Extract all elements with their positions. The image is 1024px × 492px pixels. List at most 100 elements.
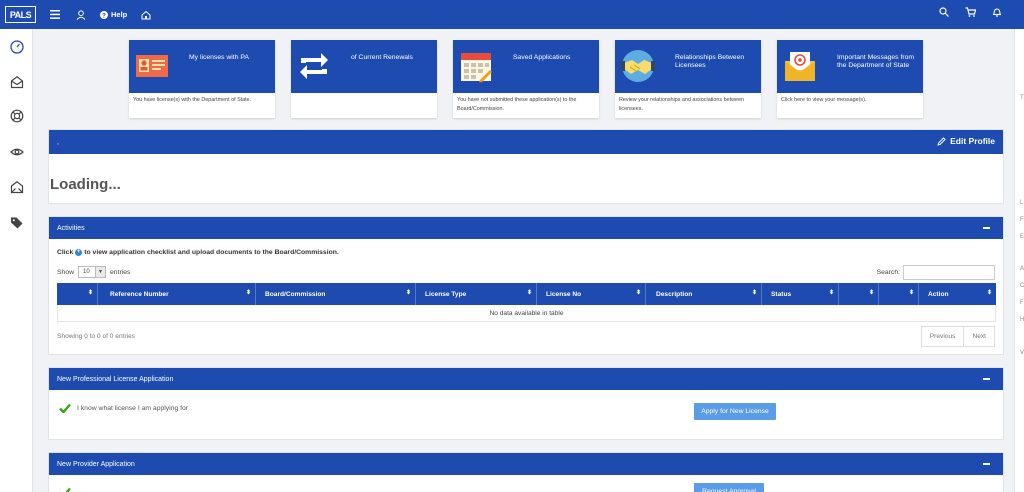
help-label: Help (111, 10, 128, 19)
column-header[interactable]: Status ⬍ (762, 283, 839, 305)
tile-description: Review your relationships and associatio… (619, 97, 744, 112)
column-header[interactable]: Board/Commission ⬍ (256, 283, 416, 305)
tile-description: Click here to view your message(s). (781, 97, 867, 103)
column-header[interactable]: ⬍ (879, 283, 919, 305)
profile-name: , (57, 138, 59, 146)
tile-title: My licenses with PA (189, 54, 249, 61)
edit-profile-button[interactable]: Edit Profile (937, 136, 995, 146)
request-approval-button[interactable]: Request Approval (694, 483, 764, 492)
sort-icon: ⬍ (908, 290, 914, 296)
plus-circle-icon: + (75, 249, 83, 256)
tags-icon[interactable] (9, 215, 24, 230)
column-header[interactable]: ⬍ (839, 283, 879, 305)
tile-title: Relationships Between Licensees (675, 54, 745, 69)
tile-relationships[interactable]: Relationships Between Licensees Review y… (615, 40, 761, 118)
sort-icon: ⬍ (751, 290, 757, 296)
sort-icon: ⬍ (635, 290, 641, 296)
instruction-text: Click (57, 249, 74, 256)
right-pane-letter: C (1020, 283, 1024, 289)
tile-description: You have not submitted these application… (457, 97, 577, 112)
dashboard-icon[interactable] (9, 39, 24, 54)
new-provider-header[interactable]: New Provider Application (49, 453, 1003, 475)
new-provider-panel: New Provider Application Request Approva… (48, 452, 1004, 492)
support-icon[interactable] (9, 108, 24, 123)
sort-icon: ⬍ (405, 290, 411, 296)
new-license-header[interactable]: New Professional License Application (49, 368, 1003, 390)
menu-icon[interactable] (48, 8, 62, 22)
right-pane-letter: F (1020, 300, 1024, 306)
sort-icon: ⬍ (986, 290, 992, 296)
help-link[interactable]: ? Help (100, 10, 127, 19)
renew-arrows-icon (300, 53, 328, 79)
right-pane-letter: T (1020, 95, 1024, 101)
new-license-panel: New Professional License Application I k… (48, 367, 1004, 440)
entries-select[interactable]: 10 ▼ (78, 266, 107, 278)
pencil-icon (937, 136, 946, 146)
checkmark-icon (60, 487, 71, 492)
collapse-icon[interactable] (983, 227, 990, 229)
column-header[interactable]: Reference Number ⬍ (98, 283, 256, 305)
tile-description: You have license(s) with the Department … (133, 97, 252, 103)
tile-description (291, 93, 437, 99)
previous-button[interactable]: Previous (922, 327, 964, 346)
new-provider-title: New Provider Application (57, 460, 135, 468)
collapse-icon[interactable] (983, 463, 990, 465)
next-button[interactable]: Next (963, 327, 994, 346)
column-header[interactable]: License Type ⬍ (416, 283, 537, 305)
search-label: Search: (876, 269, 900, 276)
cart-icon[interactable] (965, 7, 977, 19)
activities-instruction: Click + to view application checklist an… (57, 249, 339, 256)
sort-icon: ⬍ (828, 290, 834, 296)
column-header[interactable]: ⬍ (57, 283, 98, 305)
table-header: ⬍ Reference Number ⬍ Board/Commission ⬍ Li… (57, 283, 996, 305)
table-info: Showing 0 to 0 of 0 entries (57, 333, 136, 340)
tile-saved-applications[interactable]: Saved Applications You have not submitte… (453, 40, 599, 118)
tile-important-messages[interactable]: Important Messages from the Department o… (777, 40, 923, 118)
apply-new-license-button[interactable]: Apply for New License (694, 403, 776, 420)
activities-panel: Activities Click + to view application c… (48, 216, 1004, 355)
license-card-icon (136, 55, 168, 77)
profile-panel: , Edit Profile Loading... (48, 129, 1004, 204)
user-icon[interactable] (74, 8, 88, 22)
svg-text:?: ? (102, 13, 106, 19)
sort-icon: ⬍ (87, 290, 93, 296)
home-icon[interactable] (139, 8, 153, 22)
show-label: Show (57, 268, 75, 276)
check-text: I know what license I am applying for (77, 404, 189, 412)
right-pane-letter: V (1020, 350, 1024, 356)
new-license-title: New Professional License Application (57, 375, 174, 383)
activities-title: Activities (57, 224, 85, 232)
profile-header: , Edit Profile (49, 130, 1003, 154)
calendar-icon (461, 53, 492, 83)
collapse-icon[interactable] (983, 378, 990, 380)
pals-logo[interactable]: PALS (5, 6, 36, 23)
column-header[interactable]: License No ⬍ (537, 283, 646, 305)
instruction-text: to view application checklist and upload… (84, 249, 339, 256)
search-input[interactable] (903, 265, 995, 280)
top-navbar: PALS ? Help (0, 0, 1024, 29)
tile-current-renewals[interactable]: of Current Renewals (291, 40, 437, 118)
column-header[interactable]: Action ⬍ (919, 283, 996, 305)
right-pane-letter: F (1020, 217, 1024, 223)
mail-icon[interactable] (9, 74, 24, 89)
right-pane-letter: E (1020, 234, 1024, 240)
right-pane-letter: H (1020, 317, 1024, 323)
help-icon: ? (100, 10, 108, 19)
sort-icon: ⬍ (245, 290, 251, 296)
search-icon[interactable] (939, 7, 949, 19)
chevron-down-icon: ▼ (95, 267, 106, 277)
tile-my-licenses[interactable]: My licenses with PA You have license(s) … (129, 40, 275, 118)
license-known-check: I know what license I am applying for (59, 403, 188, 413)
eye-icon[interactable] (9, 144, 24, 159)
envelope-open-icon[interactable] (9, 179, 24, 194)
column-header[interactable]: Description ⬍ (646, 283, 762, 305)
activities-header[interactable]: Activities (49, 217, 1003, 239)
right-pane-letter: L (1020, 200, 1024, 206)
sort-icon: ⬍ (868, 290, 874, 296)
message-envelope-icon (785, 52, 815, 81)
entries-length: Show 10 ▼ entries (57, 266, 130, 278)
bell-icon[interactable] (992, 7, 1002, 19)
left-sidebar (0, 29, 33, 492)
tile-title: Important Messages from the Department o… (837, 54, 915, 69)
entries-value: 10 (83, 269, 90, 275)
